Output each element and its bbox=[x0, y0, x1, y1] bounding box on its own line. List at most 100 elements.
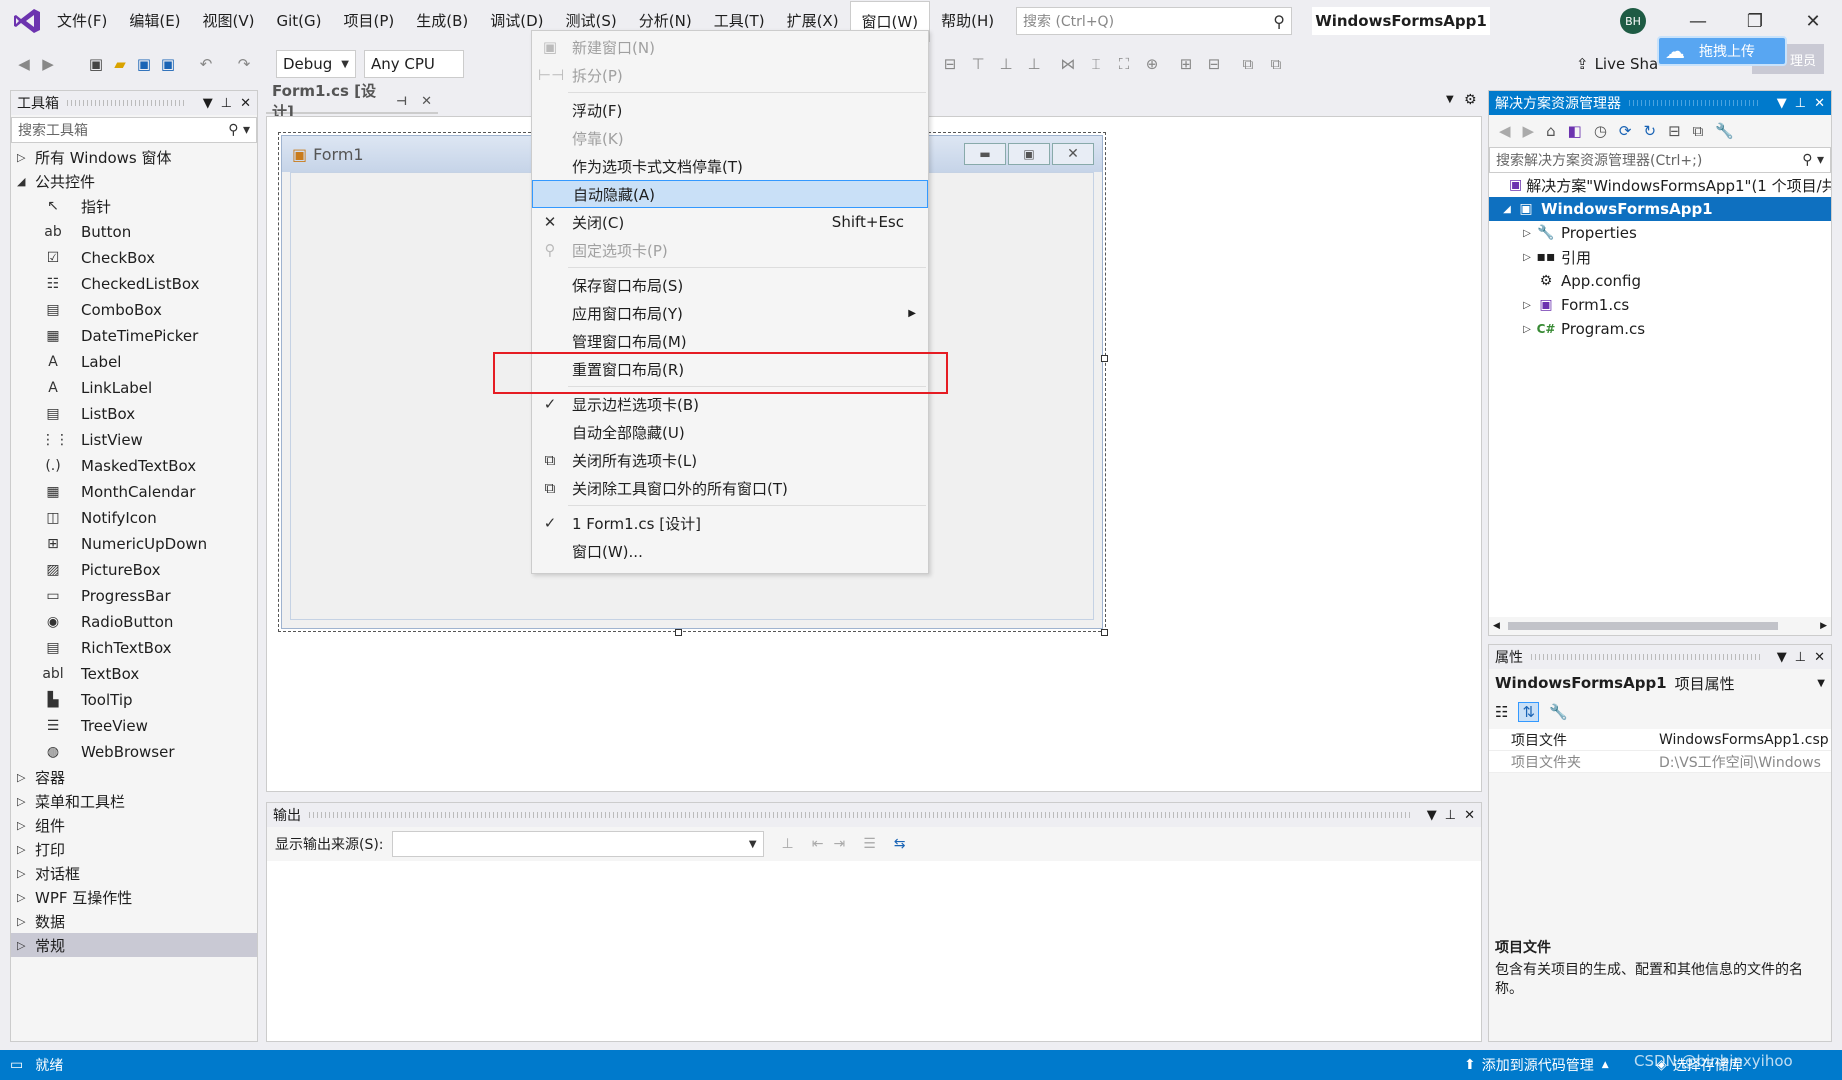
align-bottom-icon[interactable]: ⊥ bbox=[1024, 54, 1044, 74]
menu-item-17[interactable]: 窗口(W)... bbox=[532, 537, 928, 565]
back-icon[interactable]: ◀ bbox=[1499, 122, 1511, 140]
forward-icon[interactable]: ▶ bbox=[38, 54, 58, 74]
new-project-icon[interactable]: ▣ bbox=[86, 54, 106, 74]
find-message-icon[interactable]: ⊥ bbox=[782, 836, 794, 852]
property-row[interactable]: 项目文件 WindowsFormsApp1.csp bbox=[1489, 729, 1831, 751]
center-vertically-icon[interactable]: ⌶ bbox=[1086, 54, 1106, 74]
toolbox-item-richtextbox[interactable]: ▤ RichTextBox bbox=[11, 635, 257, 661]
back-icon[interactable]: ◀ bbox=[14, 54, 34, 74]
toolbox-category[interactable]: ▷ 常规 bbox=[11, 933, 257, 957]
save-icon[interactable]: ▣ bbox=[134, 54, 154, 74]
word-wrap-icon[interactable]: ⇆ bbox=[894, 836, 906, 852]
close-window-icon[interactable]: ✕ bbox=[1793, 6, 1833, 36]
toolbox-category[interactable]: ▷ 组件 bbox=[11, 813, 257, 837]
minimize-icon[interactable]: — bbox=[1678, 6, 1718, 36]
pin-icon[interactable]: ⊥ bbox=[1795, 96, 1806, 111]
close-icon[interactable]: ✕ bbox=[1814, 650, 1825, 665]
home-icon[interactable]: ⌂ bbox=[1546, 122, 1556, 140]
resize-handle-corner[interactable] bbox=[1101, 629, 1108, 636]
avatar[interactable]: BH bbox=[1620, 8, 1646, 34]
upload-button[interactable]: ☁ 拖拽上传 bbox=[1657, 36, 1787, 66]
menu-item-4[interactable]: 作为选项卡式文档停靠(T) bbox=[532, 152, 928, 180]
menu-item-15[interactable]: ⧉ 关闭除工具窗口外的所有窗口(T) bbox=[532, 474, 928, 502]
scroll-right-icon[interactable]: ▶ bbox=[1820, 621, 1827, 631]
configuration-select[interactable]: Debug ▼ bbox=[276, 50, 356, 78]
menu-item-6[interactable]: ✕ 关闭(C) Shift+Esc bbox=[532, 208, 928, 236]
project-node[interactable]: ◢ ▣ WindowsFormsApp1 bbox=[1489, 197, 1831, 221]
property-pages-icon[interactable]: 🔧 bbox=[1549, 703, 1568, 721]
toolbox-item-label[interactable]: A Label bbox=[11, 349, 257, 375]
next-message-icon[interactable]: ⇥ bbox=[833, 836, 845, 852]
pin-icon[interactable]: ⊥ bbox=[1445, 808, 1456, 823]
align-top-icon[interactable]: ⊤ bbox=[968, 54, 988, 74]
dropdown-icon[interactable]: ▼ bbox=[203, 96, 213, 111]
chevron-right-icon[interactable]: ▷ bbox=[1519, 300, 1535, 311]
horizontal-scrollbar[interactable]: ◀ ▶ bbox=[1489, 617, 1831, 635]
pin-icon[interactable]: ⊥ bbox=[221, 96, 232, 111]
menu-item-8[interactable]: 保存窗口布局(S) bbox=[532, 271, 928, 299]
restore-icon[interactable]: ❐ bbox=[1735, 6, 1775, 36]
zoom-icon[interactable]: ⊕ bbox=[1142, 54, 1162, 74]
save-all-icon[interactable]: ▣ bbox=[158, 54, 178, 74]
bring-front-icon[interactable]: ⧉ bbox=[1238, 54, 1258, 74]
menu-git[interactable]: Git(G) bbox=[266, 0, 333, 42]
tree-node-form1-cs[interactable]: ▷ ▣ Form1.cs bbox=[1489, 293, 1831, 317]
toolbox-item-combobox[interactable]: ▤ ComboBox bbox=[11, 297, 257, 323]
toolbox-category-all[interactable]: ▷ 所有 Windows 窗体 bbox=[11, 145, 257, 169]
live-share-button[interactable]: ⇪ Live Sha bbox=[1576, 55, 1658, 73]
toolbox-category[interactable]: ▷ 打印 bbox=[11, 837, 257, 861]
add-to-source-control-button[interactable]: ⬆ 添加到源代码管理 ▲ bbox=[1464, 1055, 1609, 1075]
sync-icon[interactable]: ⟳ bbox=[1619, 122, 1632, 140]
close-icon[interactable]: ✕ bbox=[421, 94, 432, 109]
toolbox-item-linklabel[interactable]: A LinkLabel bbox=[11, 375, 257, 401]
chevron-right-icon[interactable]: ▷ bbox=[1519, 228, 1535, 239]
settings-icon[interactable]: ⚙ bbox=[1464, 92, 1477, 108]
show-all-files-icon[interactable]: ⧉ bbox=[1693, 122, 1704, 140]
toolbox-item-datetimepicker[interactable]: ▦ DateTimePicker bbox=[11, 323, 257, 349]
toolbox-category[interactable]: ▷ 对话框 bbox=[11, 861, 257, 885]
redo-icon[interactable]: ↷ bbox=[234, 54, 254, 74]
toolbox-item-checkbox[interactable]: ☑ CheckBox bbox=[11, 245, 257, 271]
toolbox-item-picturebox[interactable]: ▨ PictureBox bbox=[11, 557, 257, 583]
menu-item-16[interactable]: ✓ 1 Form1.cs [设计] bbox=[532, 509, 928, 537]
properties-object-select[interactable]: WindowsFormsApp1 项目属性 ▼ bbox=[1489, 669, 1831, 697]
dropdown-icon[interactable]: ▼ bbox=[1777, 96, 1787, 111]
toolbox-item-radiobutton[interactable]: ◉ RadioButton bbox=[11, 609, 257, 635]
output-source-select[interactable]: ▼ bbox=[391, 831, 764, 857]
toolbox-category-common[interactable]: ◢ 公共控件 bbox=[11, 169, 257, 193]
toolbox-item-progressbar[interactable]: ▭ ProgressBar bbox=[11, 583, 257, 609]
vs-switch-view-icon[interactable]: ◧ bbox=[1568, 122, 1582, 140]
resize-handle-bottom[interactable] bbox=[675, 629, 682, 636]
toolbox-item-listview[interactable]: ⋮⋮ ListView bbox=[11, 427, 257, 453]
center-horizontally-icon[interactable]: ⋈ bbox=[1058, 54, 1078, 74]
toolbox-category[interactable]: ▷ WPF 互操作性 bbox=[11, 885, 257, 909]
menu-project[interactable]: 项目(P) bbox=[333, 0, 406, 42]
menu-item-10[interactable]: 管理窗口布局(M) bbox=[532, 327, 928, 355]
menu-item-13[interactable]: 自动全部隐藏(U) bbox=[532, 418, 928, 446]
collapse-all-icon[interactable]: ⊟ bbox=[1668, 122, 1681, 140]
clear-all-icon[interactable]: ☰ bbox=[863, 836, 876, 852]
property-row[interactable]: 项目文件夹 D:\VS工作空间\Windows bbox=[1489, 751, 1831, 773]
menu-item-5[interactable]: 自动隐藏(A) bbox=[532, 180, 928, 208]
toolbox-item-button[interactable]: ab Button bbox=[11, 219, 257, 245]
previous-message-icon[interactable]: ⇤ bbox=[812, 836, 824, 852]
toolbox-category[interactable]: ▷ 容器 bbox=[11, 765, 257, 789]
alphabetical-icon[interactable]: ⇅ bbox=[1518, 702, 1540, 722]
menu-view[interactable]: 视图(V) bbox=[192, 0, 266, 42]
toolbox-item-tooltip[interactable]: ▙ ToolTip bbox=[11, 687, 257, 713]
toolbox-item-checkedlistbox[interactable]: ☷ CheckedListBox bbox=[11, 271, 257, 297]
spacing-vertical-icon[interactable]: ⊟ bbox=[1204, 54, 1224, 74]
solution-node[interactable]: ▣ 解决方案"WindowsFormsApp1"(1 个项目/共 bbox=[1489, 173, 1831, 197]
scrollbar-thumb[interactable] bbox=[1507, 622, 1778, 630]
align-middle-icon[interactable]: ⊥ bbox=[996, 54, 1016, 74]
menu-help[interactable]: 帮助(H) bbox=[930, 0, 1005, 42]
toolbox-category[interactable]: ▷ 数据 bbox=[11, 909, 257, 933]
menu-file[interactable]: 文件(F) bbox=[46, 0, 118, 42]
toolbox-item-webbrowser[interactable]: ◍ WebBrowser bbox=[11, 739, 257, 765]
menu-build[interactable]: 生成(B) bbox=[405, 0, 479, 42]
spacing-horizontal-icon[interactable]: ⊞ bbox=[1176, 54, 1196, 74]
menu-item-12[interactable]: ✓ 显示边栏选项卡(B) bbox=[532, 390, 928, 418]
forward-icon[interactable]: ▶ bbox=[1523, 122, 1535, 140]
menu-item-14[interactable]: ⧉ 关闭所有选项卡(L) bbox=[532, 446, 928, 474]
chevron-right-icon[interactable]: ▷ bbox=[1519, 252, 1535, 263]
